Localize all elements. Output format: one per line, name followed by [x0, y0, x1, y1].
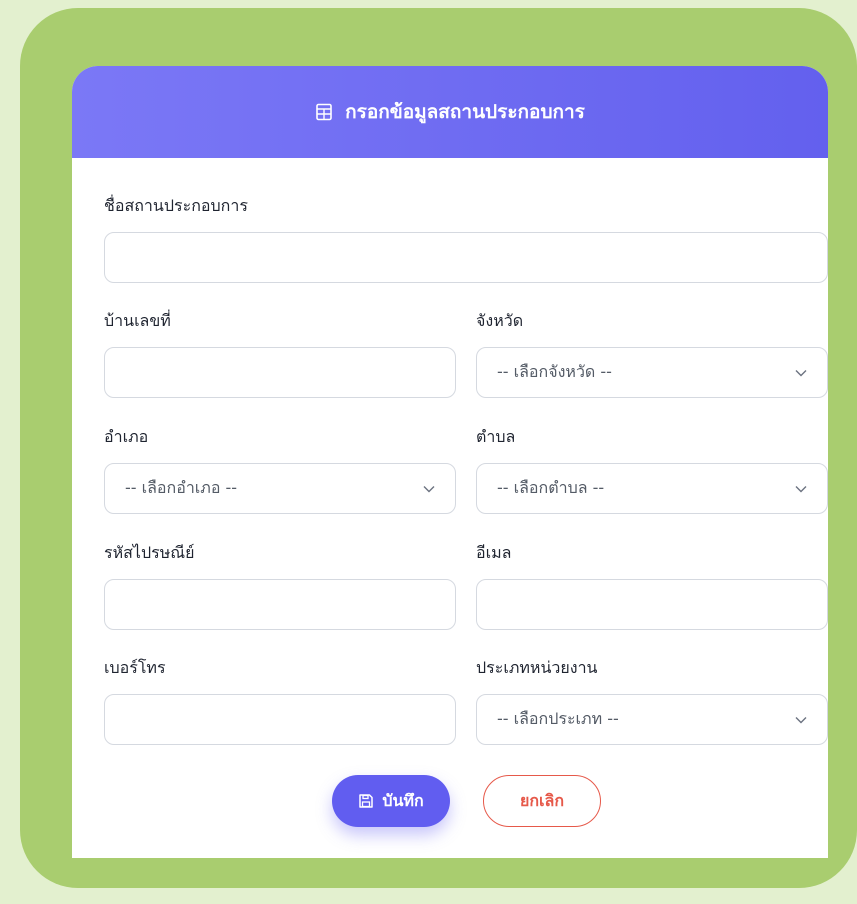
phone-input[interactable] [104, 694, 456, 745]
email-input[interactable] [476, 579, 828, 630]
agency-type-selected-value: -- เลือกประเภท -- [497, 709, 619, 728]
form-card: กรอกข้อมูลสถานประกอบการ ชื่อสถานประกอบกา… [72, 66, 828, 858]
chevron-down-icon [795, 716, 807, 723]
house-number-label: บ้านเลขที่ [104, 311, 171, 330]
agency-type-label: ประเภทหน่วยงาน [476, 658, 598, 677]
save-button-label: บันทึก [382, 790, 424, 810]
establishment-name-input[interactable] [104, 232, 828, 283]
cancel-button-label: ยกเลิก [519, 790, 565, 810]
building-icon [316, 103, 332, 121]
district-selected-value: -- เลือกอำเภอ -- [125, 478, 238, 497]
email-label: อีเมล [476, 543, 512, 562]
establishment-name-label: ชื่อสถานประกอบการ [104, 196, 248, 215]
province-selected-value: -- เลือกจังหวัด -- [497, 362, 612, 381]
subdistrict-label: ตำบล [476, 427, 516, 446]
chevron-down-icon [795, 369, 807, 376]
save-button[interactable]: บันทึก [332, 775, 450, 827]
province-select[interactable]: -- เลือกจังหวัด -- [476, 347, 828, 398]
province-label: จังหวัด [476, 311, 524, 330]
chevron-down-icon [795, 485, 807, 492]
cancel-button[interactable]: ยกเลิก [483, 775, 601, 827]
district-select[interactable]: -- เลือกอำเภอ -- [104, 463, 456, 514]
page-title: กรอกข้อมูลสถานประกอบการ [345, 101, 585, 123]
decorative-frame: กรอกข้อมูลสถานประกอบการ ชื่อสถานประกอบกา… [20, 8, 857, 888]
house-number-input[interactable] [104, 347, 456, 398]
card-header: กรอกข้อมูลสถานประกอบการ [72, 66, 828, 158]
subdistrict-select[interactable]: -- เลือกตำบล -- [476, 463, 828, 514]
agency-type-select[interactable]: -- เลือกประเภท -- [476, 694, 828, 745]
district-label: อำเภอ [104, 427, 149, 446]
postal-code-label: รหัสไปรษณีย์ [104, 543, 195, 562]
chevron-down-icon [423, 485, 435, 492]
phone-label: เบอร์โทร [104, 658, 166, 677]
save-icon [359, 794, 374, 808]
subdistrict-selected-value: -- เลือกตำบล -- [497, 478, 605, 497]
postal-code-input[interactable] [104, 579, 456, 630]
